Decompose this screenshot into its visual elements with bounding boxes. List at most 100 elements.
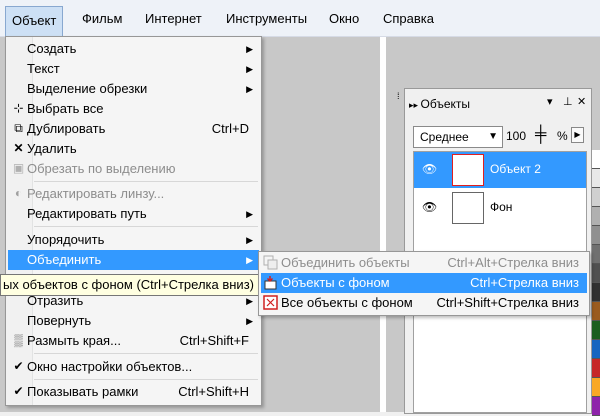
menu-item-label: Объединить [27, 252, 102, 267]
palette-swatch[interactable] [592, 264, 600, 283]
menu-item-label: Размыть края... [27, 333, 121, 348]
delete-x-icon: ✕ [13, 141, 24, 155]
menu-item-edit-lens[interactable]: ◐ Редактировать линзу... [8, 184, 259, 204]
panel-menu-icon[interactable]: ▸▸ [409, 100, 421, 110]
merge-all-icon [263, 295, 278, 310]
submenu-item-label: Объекты с фоном [281, 275, 390, 290]
menu-item-merge[interactable]: Объединить ▶ [8, 250, 259, 270]
palette-swatch[interactable] [592, 169, 600, 188]
menu-item-label: Показывать рамки [27, 384, 139, 399]
merge-with-background-icon [264, 276, 277, 290]
menu-item-feather-edges[interactable]: ▒ Размыть края... Ctrl+Shift+F [8, 331, 259, 351]
panel-grip-icon[interactable]: ⁞ [397, 91, 400, 101]
merge-submenu: Объединить объекты Ctrl+Alt+Стрелка вниз… [258, 251, 590, 316]
menu-help[interactable]: Справка [377, 8, 440, 30]
menu-object[interactable]: Объект [5, 6, 64, 37]
menu-item-crop-selection[interactable]: Выделение обрезки ▶ [8, 79, 259, 99]
menu-item-label: Упорядочить [27, 232, 105, 247]
menu-item-crop-to-selection[interactable]: ▣ Обрезать по выделению [8, 159, 259, 179]
panel-title-text: Объекты [420, 97, 471, 111]
menu-item-label: Удалить [27, 141, 77, 156]
opacity-input[interactable]: 100 [506, 126, 536, 146]
submenu-item-merge-objects[interactable]: Объединить объекты Ctrl+Alt+Стрелка вниз [261, 253, 587, 273]
palette-swatch[interactable] [592, 359, 600, 378]
submenu-arrow-icon: ▶ [246, 44, 253, 54]
layer-name: Объект 2 [490, 162, 541, 176]
layer-name: Фон [490, 200, 513, 214]
menu-item-label: Редактировать линзу... [27, 186, 165, 201]
object-menu: Создать ▶ Текст ▶ Выделение обрезки ▶ ⊹ … [5, 36, 262, 406]
menu-item-label: Окно настройки объектов... [27, 359, 193, 374]
layer-thumbnail [452, 192, 484, 224]
palette-swatch[interactable] [592, 188, 600, 207]
opacity-menu-icon[interactable]: ▶ [571, 127, 584, 143]
layer-row[interactable]: 👁 Фон [414, 190, 586, 226]
palette-swatch[interactable] [592, 226, 600, 245]
panel-close-icon[interactable]: ✕ [577, 95, 586, 108]
menu-item-create[interactable]: Создать ▶ [8, 39, 259, 59]
menu-separator [34, 379, 258, 380]
eye-icon[interactable]: 👁 [422, 200, 437, 214]
menu-item-delete[interactable]: ✕ Удалить [8, 139, 259, 159]
menu-tools[interactable]: Инструменты [220, 8, 313, 30]
blur-edges-icon: ▒ [14, 333, 23, 347]
opacity-unit: % [557, 129, 568, 143]
chevron-down-icon: ▼ [488, 131, 498, 142]
menu-item-text[interactable]: Текст ▶ [8, 59, 259, 79]
menu-separator [34, 353, 258, 354]
menu-separator [34, 226, 258, 227]
palette-swatch[interactable] [592, 150, 600, 169]
menu-item-shortcut: Ctrl+D [211, 121, 249, 136]
palette-swatch[interactable] [592, 245, 600, 264]
canvas-edge [380, 37, 386, 412]
merge-objects-icon [263, 255, 278, 270]
palette-swatch[interactable] [592, 321, 600, 340]
lens-icon: ◐ [14, 186, 23, 200]
menu-item-select-all[interactable]: ⊹ Выбрать все [8, 99, 259, 119]
menu-item-label: Создать [27, 41, 77, 56]
menu-item-arrange[interactable]: Упорядочить ▶ [8, 230, 259, 250]
palette-swatch[interactable] [592, 207, 600, 226]
menu-window[interactable]: Окно [323, 8, 365, 30]
submenu-item-all-objects-with-background[interactable]: Все объекты с фоном Ctrl+Shift+Стрелка в… [261, 293, 587, 313]
menu-separator [34, 181, 258, 182]
palette-swatch[interactable] [592, 283, 600, 302]
menu-internet[interactable]: Интернет [139, 8, 208, 30]
menu-item-shortcut: Ctrl+Shift+H [178, 384, 249, 399]
menu-item-object-properties[interactable]: ✔ Окно настройки объектов... [8, 357, 259, 377]
layer-thumbnail [452, 154, 484, 186]
submenu-arrow-icon: ▶ [246, 255, 253, 265]
menu-item-label: Выделение обрезки [27, 81, 148, 96]
menu-item-label: Обрезать по выделению [27, 161, 176, 176]
submenu-arrow-icon: ▶ [246, 64, 253, 74]
palette-swatch[interactable] [592, 378, 600, 397]
eye-icon[interactable]: 👁 [422, 162, 437, 176]
panel-options-icon[interactable]: ▾ [547, 95, 553, 108]
color-palette [592, 88, 600, 416]
menu-item-shortcut: Ctrl+Shift+F [179, 333, 249, 348]
menu-item-label: Редактировать путь [27, 206, 147, 221]
layer-row[interactable]: 👁 Объект 2 [414, 152, 586, 188]
palette-swatch[interactable] [592, 397, 600, 416]
submenu-arrow-icon: ▶ [246, 316, 253, 326]
menu-item-show-frames[interactable]: ✔ Показывать рамки Ctrl+Shift+H [8, 382, 259, 402]
menu-item-label: Повернуть [27, 313, 92, 328]
menu-bar: Объект Фильм Интернет Инструменты Окно С… [0, 0, 600, 37]
submenu-item-shortcut: Ctrl+Стрелка вниз [470, 275, 579, 290]
menu-item-label: Дублировать [27, 121, 106, 136]
menu-item-edit-path[interactable]: Редактировать путь ▶ [8, 204, 259, 224]
submenu-item-label: Объединить объекты [281, 255, 410, 270]
panel-pin-icon[interactable]: ⊥ [563, 95, 573, 108]
palette-swatch[interactable] [592, 340, 600, 359]
menu-item-label: Текст [27, 61, 60, 76]
blend-mode-select[interactable]: Среднее ▼ [413, 126, 503, 148]
palette-swatch[interactable] [592, 302, 600, 321]
menu-item-rotate[interactable]: Повернуть ▶ [8, 311, 259, 331]
checkmark-icon: ✔ [13, 384, 24, 398]
submenu-item-label: Все объекты с фоном [281, 295, 413, 310]
submenu-item-objects-with-background[interactable]: Объекты с фоном Ctrl+Стрелка вниз [261, 273, 587, 293]
opacity-slider-icon[interactable]: ╪ [535, 125, 546, 145]
submenu-item-shortcut: Ctrl+Shift+Стрелка вниз [436, 295, 580, 310]
menu-item-duplicate[interactable]: ⧉ Дублировать Ctrl+D [8, 119, 259, 139]
menu-film[interactable]: Фильм [76, 8, 128, 30]
